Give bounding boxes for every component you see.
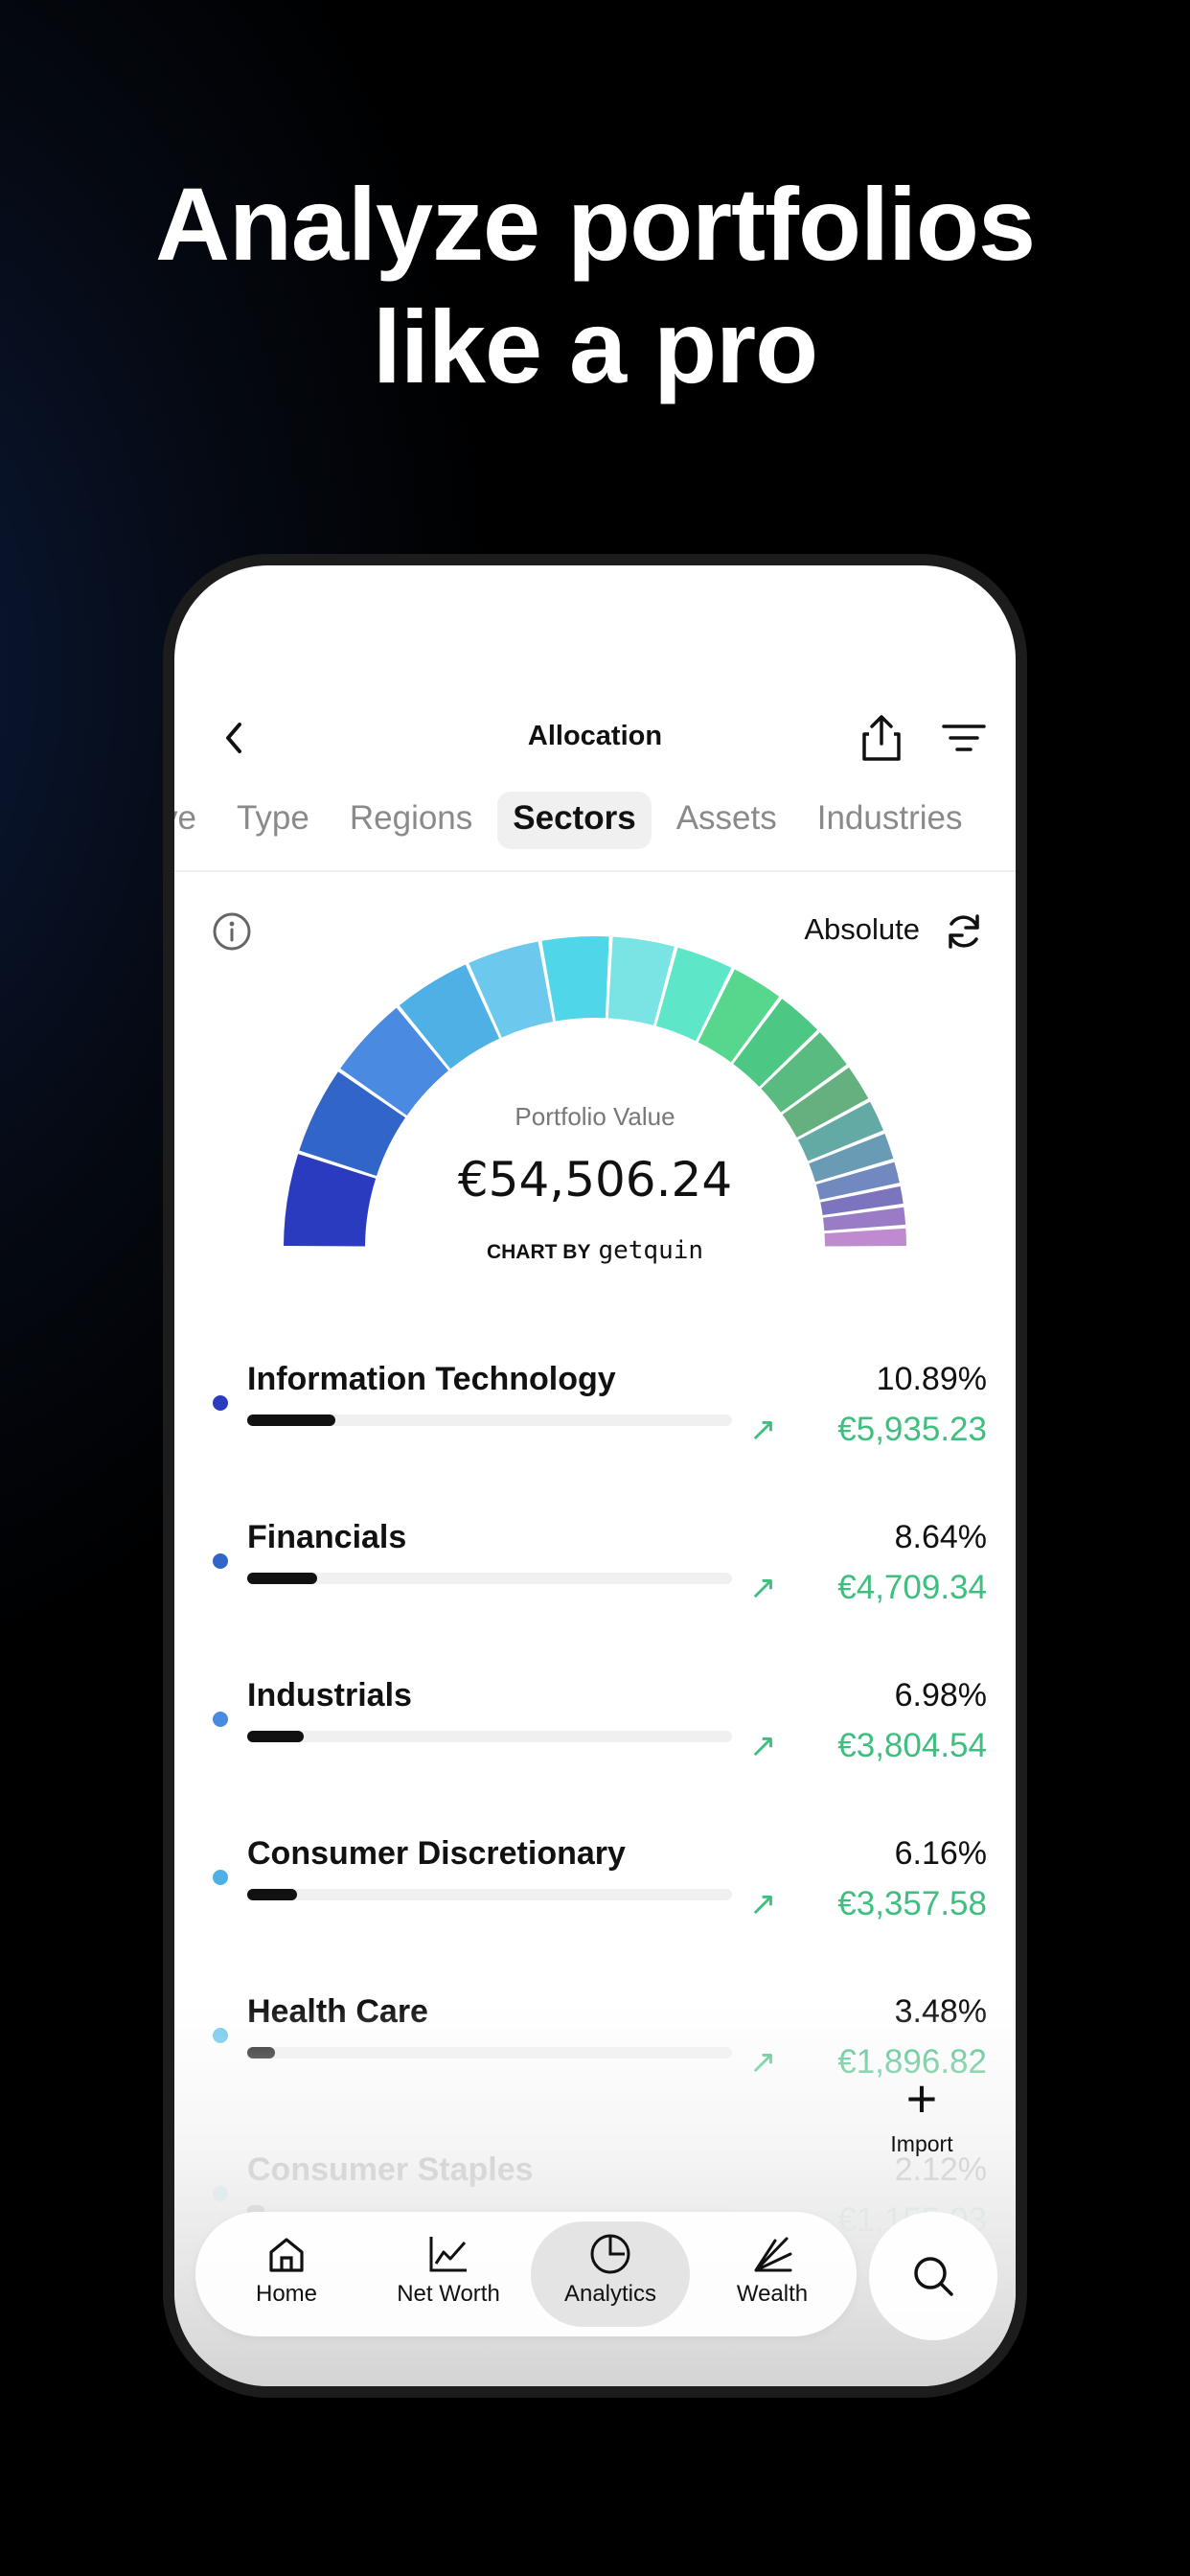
brand-logo: getquin: [598, 1236, 704, 1265]
nav-wealth[interactable]: Wealth: [693, 2221, 852, 2327]
nav-label: Wealth: [736, 2281, 809, 2307]
portfolio-value-label: Portfolio Value: [515, 1102, 675, 1131]
sector-share-bar: [247, 1731, 732, 1742]
tab-industries[interactable]: Industries: [802, 792, 978, 849]
nav-home[interactable]: Home: [207, 2221, 366, 2327]
allocation-tabs: veTypeRegionsSectorsAssetsIndustries: [174, 792, 977, 849]
sector-name: Industrials: [247, 1677, 412, 1714]
sector-row[interactable]: Information Technology 10.89% ↗ €5,935.23: [174, 1361, 1016, 1519]
sector-share-bar: [247, 1889, 732, 1900]
nav-label: Analytics: [563, 2281, 657, 2307]
trend-up-icon: ↗: [749, 1412, 777, 1448]
sector-name: Financials: [247, 1519, 407, 1555]
nav-label: Home: [255, 2281, 318, 2307]
sector-row[interactable]: Consumer Discretionary 6.16% ↗ €3,357.58: [174, 1835, 1016, 1993]
sector-percent: 8.64%: [894, 1519, 987, 1555]
sector-percent: 10.89%: [876, 1361, 987, 1397]
nav-label: Net Worth: [397, 2281, 500, 2307]
sector-amount: €5,935.23: [837, 1411, 987, 1448]
tab-sectors[interactable]: Sectors: [497, 792, 652, 849]
bottom-nav: Home Net Worth Analytics Wealth: [195, 2212, 857, 2336]
trend-up-icon: ↗: [749, 1728, 777, 1764]
chart-credit: CHART BY getquin: [174, 1236, 1016, 1265]
tab-regions[interactable]: Regions: [334, 792, 488, 849]
sector-share-bar: [247, 1573, 732, 1584]
share-button[interactable]: [855, 709, 908, 767]
filter-button[interactable]: [937, 709, 991, 767]
headline-line-2: like a pro: [372, 288, 818, 404]
tabs-divider: [174, 870, 1016, 872]
plus-icon: +: [905, 2068, 938, 2128]
sector-share-bar: [247, 1414, 732, 1426]
sector-share-fill: [247, 1889, 297, 1900]
trend-up-icon: ↗: [749, 1570, 777, 1606]
sector-color-dot: [213, 1553, 228, 1569]
tab-ve[interactable]: ve: [174, 792, 212, 849]
sector-row[interactable]: Industrials 6.98% ↗ €3,804.54: [174, 1677, 1016, 1835]
sector-color-dot: [213, 1395, 228, 1411]
headline: Analyze portfolios like a pro: [0, 163, 1190, 408]
sector-percent: 6.98%: [894, 1677, 987, 1714]
headline-line-1: Analyze portfolios: [154, 166, 1036, 282]
sector-color-dot: [213, 1870, 228, 1885]
portfolio-value: €54,506.24: [457, 1152, 733, 1208]
phone-screen: Allocation veTypeRegionsSectorsAssetsInd…: [174, 565, 1016, 2386]
sector-share-fill: [247, 1573, 317, 1584]
home-icon: [207, 2227, 366, 2281]
sector-share-fill: [247, 1731, 304, 1742]
nav-net-worth[interactable]: Net Worth: [369, 2221, 528, 2327]
filter-icon: [942, 724, 986, 751]
top-bar: Allocation: [174, 709, 1016, 767]
tab-type[interactable]: Type: [221, 792, 325, 849]
import-label: Import: [890, 2131, 953, 2156]
sector-row[interactable]: Financials 8.64% ↗ €4,709.34: [174, 1519, 1016, 1677]
sector-name: Consumer Discretionary: [247, 1835, 626, 1872]
sector-amount: €3,804.54: [837, 1727, 987, 1764]
phone-frame: Allocation veTypeRegionsSectorsAssetsInd…: [163, 554, 1027, 2398]
sector-share-fill: [247, 1414, 335, 1426]
sector-amount: €3,357.58: [837, 1885, 987, 1922]
line-chart-icon: [369, 2227, 528, 2281]
search-button[interactable]: [869, 2212, 997, 2340]
sector-name: Information Technology: [247, 1361, 616, 1397]
sector-amount: €4,709.34: [837, 1569, 987, 1606]
search-icon: [914, 2257, 953, 2296]
trend-up-icon: ↗: [749, 1886, 777, 1922]
sector-percent: 6.16%: [894, 1835, 987, 1872]
pie-chart-icon: [531, 2227, 690, 2281]
chart-by-label: CHART BY: [486, 1241, 591, 1263]
nav-analytics[interactable]: Analytics: [531, 2221, 690, 2327]
gauge-segment[interactable]: [541, 936, 609, 1022]
wealth-fan-icon: [693, 2227, 852, 2281]
share-icon: [862, 715, 901, 761]
sector-color-dot: [213, 1712, 228, 1727]
import-button[interactable]: + Import: [859, 2070, 984, 2195]
tab-assets[interactable]: Assets: [661, 792, 792, 849]
